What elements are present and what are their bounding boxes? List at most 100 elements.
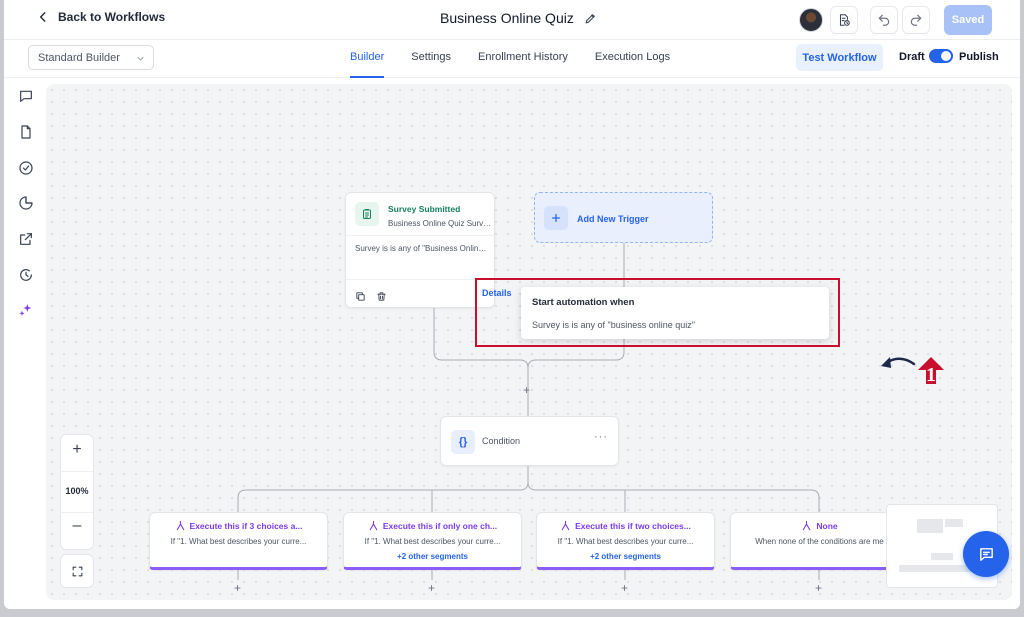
branch-card[interactable]: Execute this if only one ch... If "1. Wh…	[343, 512, 522, 570]
branch-title: Execute this if two choices...	[575, 520, 691, 531]
condition-label: Condition	[482, 436, 521, 446]
annotation-number: 1	[926, 364, 936, 386]
tab-builder[interactable]: Builder	[350, 40, 385, 78]
plus-icon-box	[544, 206, 568, 230]
rail-item-comments[interactable]	[18, 88, 34, 104]
zoom-controls: + 100% –	[60, 434, 94, 550]
add-step-button[interactable]: +	[428, 581, 435, 595]
rail-item-notes[interactable]	[18, 124, 34, 140]
rail-item-ai[interactable]	[18, 302, 34, 318]
check-circle-icon	[19, 161, 33, 175]
branch-header: Execute this if only one ch...	[344, 520, 521, 531]
rail-item-tasks[interactable]	[18, 160, 34, 176]
trash-icon	[377, 292, 386, 301]
undo-button[interactable]	[870, 6, 898, 34]
branch-header: Execute this if 3 choices a...	[150, 520, 327, 531]
trigger-subtitle: Business Online Quiz Survey S...	[388, 219, 492, 228]
branch-card[interactable]: Execute this if two choices... If "1. Wh…	[536, 512, 715, 570]
chat-icon	[20, 90, 32, 102]
rail-item-history[interactable]	[18, 267, 34, 283]
redo-icon	[910, 14, 922, 26]
add-new-trigger-button[interactable]: Add New Trigger	[534, 192, 713, 243]
branch-condition: If "1. What best describes your curre...	[170, 537, 307, 546]
back-to-workflows-link[interactable]: Back to Workflows	[36, 10, 165, 24]
publish-toggle[interactable]	[929, 49, 953, 63]
workflow-canvas[interactable]: Survey Submitted Business Online Quiz Su…	[46, 84, 1012, 600]
sparkles-icon	[19, 304, 32, 316]
trigger-icon-box	[355, 202, 379, 226]
trigger-card-survey-submitted[interactable]: Survey Submitted Business Online Quiz Su…	[345, 192, 512, 308]
copy-icon	[356, 292, 365, 301]
divider	[346, 279, 494, 280]
pie-chart-icon	[19, 196, 33, 210]
add-step-button[interactable]: +	[621, 581, 628, 595]
branch-more-segments[interactable]: +2 other segments	[344, 552, 521, 561]
chat-widget-button[interactable]	[963, 531, 1009, 577]
document-clock-icon	[839, 14, 850, 26]
undo-icon	[878, 14, 890, 26]
back-label: Back to Workflows	[58, 10, 166, 24]
branch-card[interactable]: None When none of the conditions are me	[730, 512, 909, 570]
trigger-title: Survey Submitted	[388, 204, 461, 214]
main-tabs: Builder Settings Enrollment History Exec…	[350, 40, 670, 78]
version-history-button[interactable]	[830, 6, 858, 34]
pencil-icon[interactable]	[584, 12, 597, 25]
minimap-node	[945, 519, 963, 527]
history-icon	[20, 269, 32, 281]
branch-card[interactable]: Execute this if 3 choices a... If "1. Wh…	[149, 512, 328, 570]
branch-title: None	[816, 520, 838, 531]
zoom-out-button[interactable]: –	[61, 517, 93, 535]
tab-enrollment-history[interactable]: Enrollment History	[478, 40, 568, 78]
split-branch-icon	[369, 520, 378, 531]
tab-settings[interactable]: Settings	[411, 40, 451, 78]
add-step-button[interactable]: +	[523, 383, 530, 397]
branch-condition: If "1. What best describes your curre...	[557, 537, 694, 546]
divider	[346, 235, 494, 236]
annotation-arrow: 1	[881, 357, 944, 386]
plus-icon	[552, 214, 560, 222]
chevron-down-icon	[137, 56, 144, 61]
branch-condition: If "1. What best describes your curre...	[364, 537, 501, 546]
user-avatar[interactable]	[799, 8, 823, 32]
left-rail	[4, 78, 46, 609]
draft-label: Draft	[899, 51, 925, 63]
zoom-level: 100%	[65, 486, 89, 496]
workflow-title-text: Business Online Quiz	[440, 10, 574, 26]
file-icon	[21, 125, 31, 139]
rail-item-stats[interactable]	[18, 195, 34, 211]
branch-more-segments[interactable]: +2 other segments	[537, 552, 714, 561]
divider	[61, 512, 93, 513]
copy-trigger-button[interactable]	[355, 289, 366, 301]
chevron-left-icon	[39, 12, 46, 22]
split-branch-icon	[561, 520, 570, 531]
add-step-button[interactable]: +	[234, 581, 241, 595]
external-link-icon	[20, 233, 32, 245]
publish-label: Publish	[959, 51, 999, 63]
rail-item-open[interactable]	[18, 231, 34, 247]
tab-execution-logs[interactable]: Execution Logs	[595, 40, 670, 78]
condition-card[interactable]: {} Condition ···	[440, 416, 619, 466]
branch-header: None	[731, 520, 908, 531]
condition-menu-button[interactable]: ···	[594, 431, 608, 443]
minimap-node	[917, 519, 943, 533]
branch-condition: When none of the conditions are me	[755, 537, 884, 546]
delete-trigger-button[interactable]	[376, 289, 387, 301]
split-branch-icon	[803, 520, 811, 531]
branch-title: Execute this if only one ch...	[382, 520, 498, 531]
redo-button[interactable]	[902, 6, 930, 34]
add-trigger-label: Add New Trigger	[577, 214, 649, 224]
branch-header: Execute this if two choices...	[537, 520, 714, 531]
add-step-button[interactable]: +	[815, 581, 822, 595]
message-icon	[979, 547, 993, 561]
minimap-node	[931, 553, 953, 560]
test-workflow-button[interactable]: Test Workflow	[796, 44, 883, 71]
zoom-in-button[interactable]: +	[61, 441, 93, 459]
top-bar: Back to Workflows Business Online Quiz S…	[4, 0, 1020, 40]
workflow-title[interactable]: Business Online Quiz	[440, 10, 597, 26]
saved-button[interactable]: Saved	[944, 5, 992, 35]
divider	[61, 471, 93, 472]
builder-type-select[interactable]: Standard Builder	[28, 45, 154, 70]
split-branch-icon	[176, 520, 184, 531]
braces-icon: {}	[451, 430, 475, 454]
fit-view-button[interactable]	[60, 554, 94, 588]
